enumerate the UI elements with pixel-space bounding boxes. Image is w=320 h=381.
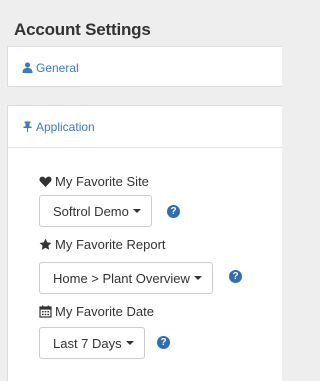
favorite-site-dropdown[interactable]: Softrol Demo [39, 195, 152, 227]
favorite-site-label: My Favorite Site [55, 174, 149, 189]
caret-down-icon [193, 276, 202, 280]
favorite-report-dropdown[interactable]: Home > Plant Overview [39, 262, 213, 294]
favorite-report-label: My Favorite Report [55, 237, 166, 252]
caret-down-icon [132, 209, 141, 213]
general-panel: General [7, 46, 282, 87]
caret-down-icon [125, 341, 134, 345]
favorite-date-dropdown[interactable]: Last 7 Days [39, 327, 145, 359]
application-panel-heading[interactable]: Application [8, 106, 282, 148]
account-settings-page: Account Settings General Application My … [0, 0, 282, 381]
favorite-site-help-icon[interactable]: ? [167, 205, 180, 218]
favorite-report-value: Home > Plant Overview [53, 270, 190, 286]
favorite-site-label-row: My Favorite Site [39, 174, 149, 189]
general-panel-label: General [36, 60, 79, 75]
general-panel-heading[interactable]: General [8, 47, 282, 88]
favorite-site-value: Softrol Demo [53, 203, 129, 219]
favorite-report-help-icon[interactable]: ? [229, 270, 242, 283]
favorite-date-value: Last 7 Days [53, 335, 122, 351]
user-icon [22, 62, 33, 73]
favorite-date-label: My Favorite Date [55, 304, 154, 319]
favorite-date-label-row: My Favorite Date [39, 304, 154, 319]
application-panel-label: Application [36, 119, 95, 134]
application-panel: Application My Favorite Site Softrol Dem… [7, 105, 282, 381]
page-title: Account Settings [14, 20, 151, 39]
heart-icon [39, 175, 52, 188]
pushpin-icon [22, 121, 33, 132]
favorite-date-help-icon[interactable]: ? [157, 336, 170, 349]
favorite-report-label-row: My Favorite Report [39, 237, 166, 252]
calendar-icon [39, 305, 52, 318]
star-icon [39, 238, 52, 251]
